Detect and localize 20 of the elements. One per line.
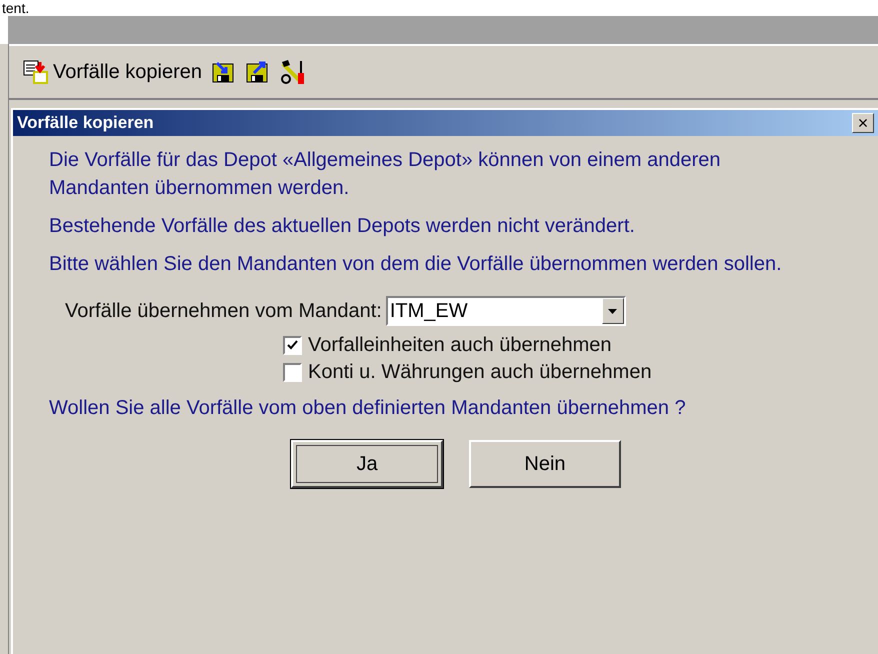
mandant-label: Vorfälle übernehmen vom Mandant:: [65, 300, 382, 322]
check-icon: [287, 340, 298, 351]
info-text: Bestehende Vorfälle des aktuellen Depots werden nicht verändert.: [49, 214, 636, 239]
tools-icon: [280, 59, 306, 85]
checkbox[interactable]: [283, 363, 302, 382]
dialog-button[interactable]: Nein: [469, 440, 621, 488]
checkbox[interactable]: [283, 336, 302, 355]
document-arrow-icon: [23, 60, 49, 84]
mandant-dropdown[interactable]: ITM_EW: [386, 296, 626, 326]
info-text: Bitte wählen Sie den Mandanten von dem die Vorfälle übernommen werden sollen.: [49, 252, 783, 277]
checkbox-label: Konti u. Währungen auch übernehmen: [308, 361, 652, 384]
close-button[interactable]: ×: [852, 113, 874, 133]
question-text: Wollen Sie alle Vorfälle vom oben definierten Mandanten übernehmen ?: [49, 396, 687, 421]
page-text: tent.: [2, 0, 30, 16]
info-text: Die Vorfälle für das Depot «Allgemeines Depot» können von einem anderen Mandanten übernommen werden.: [49, 148, 722, 201]
dropdown-arrow-icon: [608, 308, 618, 314]
dialog-title: Vorfälle kopieren: [17, 113, 154, 133]
checkbox-label: Vorfalleinheiten auch übernehmen: [308, 334, 612, 357]
dialog-button[interactable]: Ja: [291, 440, 443, 488]
copy-button[interactable]: Vorfälle kopieren: [19, 58, 206, 86]
